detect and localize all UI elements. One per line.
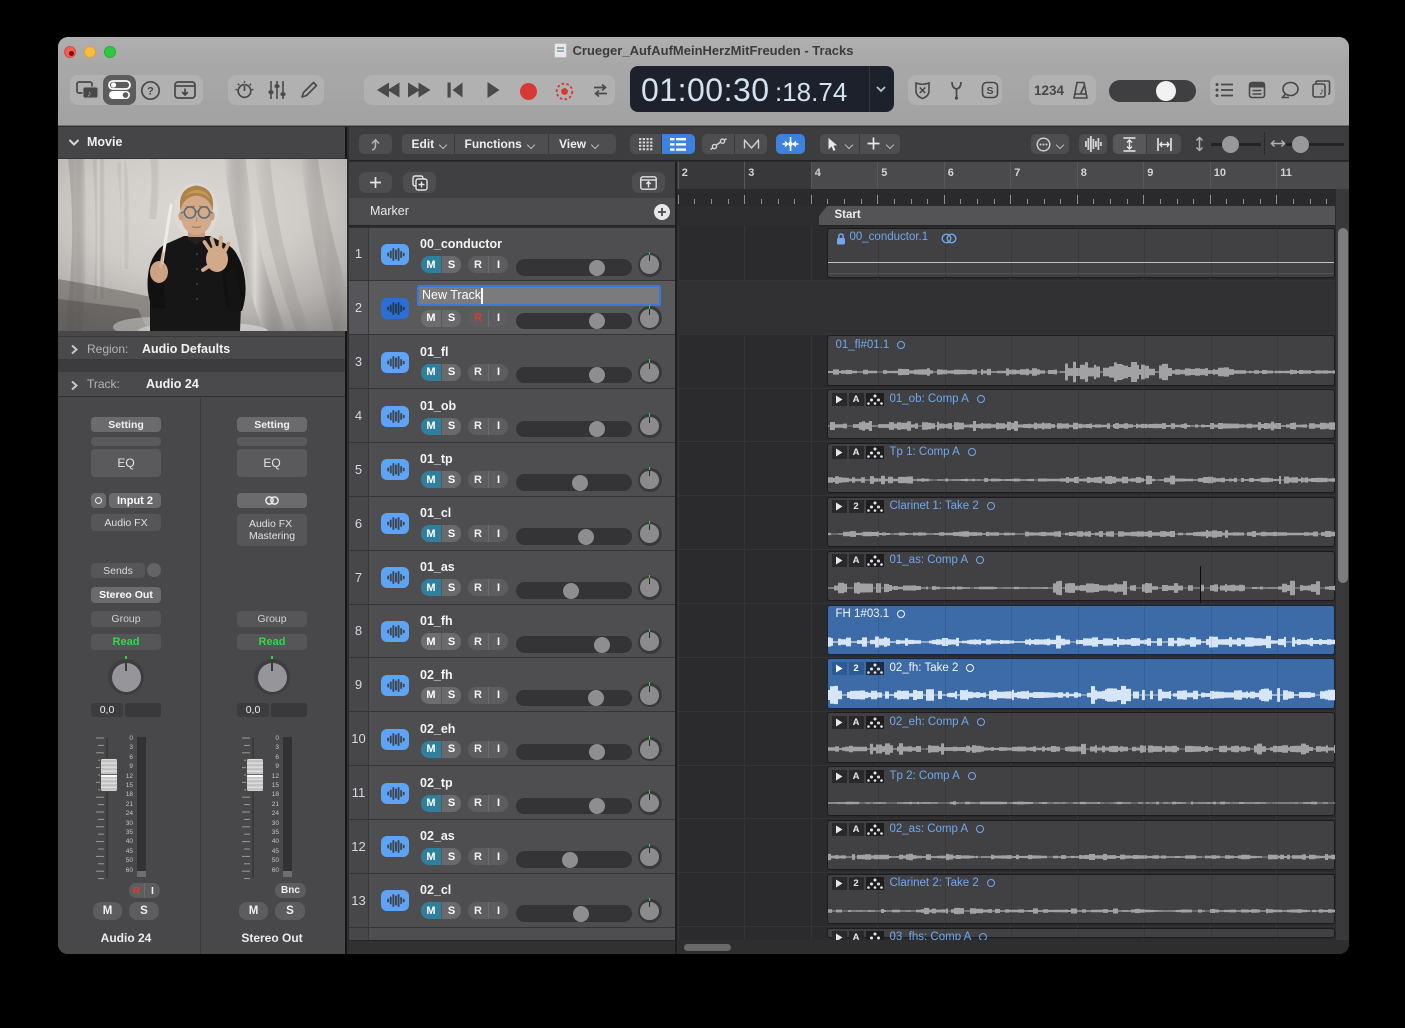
svg-text:♪: ♪ xyxy=(87,89,92,99)
svg-text:S: S xyxy=(986,85,993,97)
svg-text:?: ? xyxy=(147,86,154,98)
svg-text:♪: ♪ xyxy=(1319,87,1324,98)
